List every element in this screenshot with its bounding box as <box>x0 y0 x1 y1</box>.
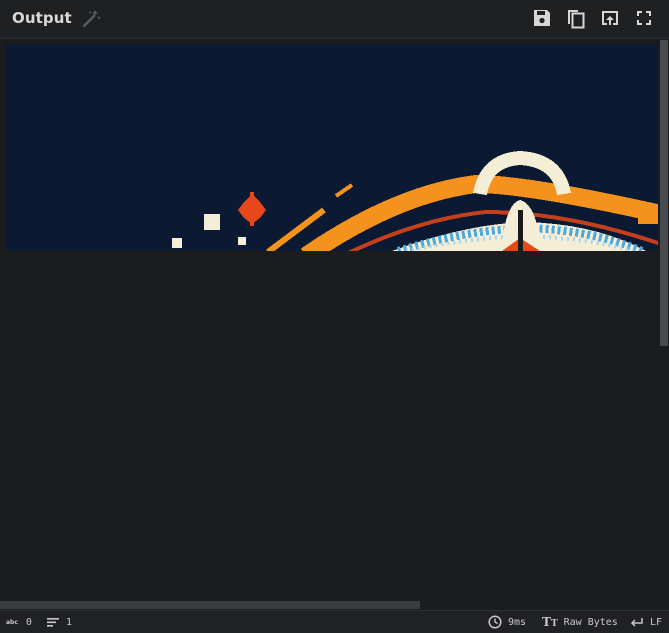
line-count-value: 1 <box>66 616 73 628</box>
bake-time: 9ms <box>488 611 526 633</box>
save-button[interactable] <box>530 6 554 30</box>
output-panel: Output abc 0 1 9ms TT Raw Bytes LF <box>0 0 669 633</box>
end-of-line[interactable]: LF <box>630 611 662 633</box>
text-encoding-icon: TT <box>542 615 558 629</box>
maximise-icon <box>637 11 651 25</box>
char-count-label: abc <box>6 618 18 626</box>
clock-icon <box>488 615 502 629</box>
end-of-line-value: LF <box>650 616 663 628</box>
vertical-scrollbar-thumb[interactable] <box>660 40 668 346</box>
output-header: Output <box>0 0 669 39</box>
return-arrow-icon <box>630 618 643 627</box>
magic-wand-icon[interactable] <box>80 8 102 30</box>
copy-icon <box>568 10 585 29</box>
char-count: abc 0 <box>6 611 32 633</box>
output-image <box>6 44 658 251</box>
line-count: 1 <box>46 611 72 633</box>
bake-time-value: 9ms <box>508 616 527 628</box>
save-icon <box>534 10 550 26</box>
horizontal-scrollbar-thumb[interactable] <box>0 601 420 609</box>
output-encoding[interactable]: TT Raw Bytes <box>542 611 618 633</box>
lines-icon <box>47 618 59 627</box>
maximise-button[interactable] <box>632 6 656 30</box>
char-count-value: 0 <box>25 616 32 628</box>
output-title: Output <box>12 9 72 27</box>
replace-input-button[interactable] <box>598 6 622 30</box>
output-encoding-value: Raw Bytes <box>563 616 618 628</box>
replace-input-icon <box>602 11 618 25</box>
status-bar: abc 0 1 9ms TT Raw Bytes LF <box>0 610 669 633</box>
copy-button[interactable] <box>564 6 588 30</box>
